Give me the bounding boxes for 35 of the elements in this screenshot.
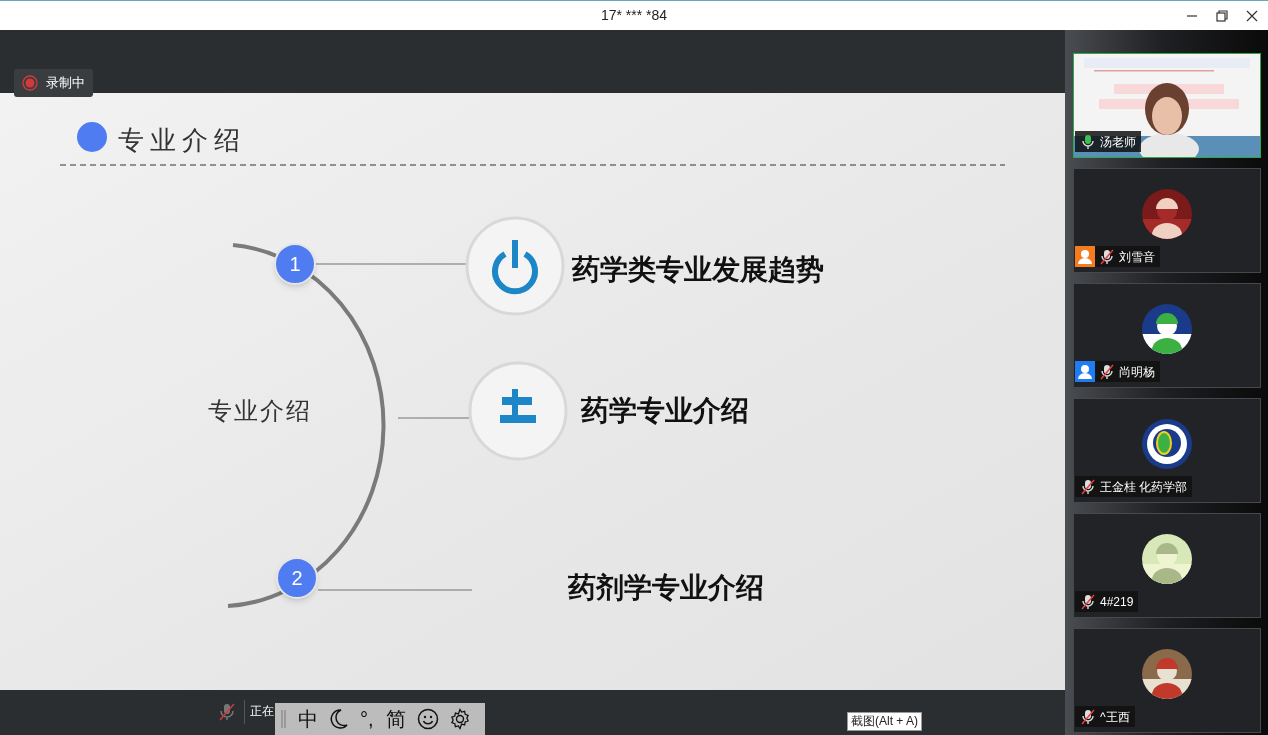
punctuation-button[interactable]: °, — [359, 709, 375, 729]
power-icon — [492, 240, 538, 295]
topic-heading: 药学专业介绍 — [581, 397, 749, 425]
participant-name: 汤老师 — [1100, 133, 1136, 151]
participant-name: ^王西 — [1100, 708, 1130, 726]
topic-heading: 药剂学专业介绍 — [568, 574, 764, 602]
smiley-icon[interactable] — [416, 708, 439, 730]
video-tile[interactable]: 王金桂 化药学部 — [1073, 398, 1261, 503]
mic-muted-icon[interactable] — [218, 702, 236, 722]
script-button[interactable]: 简 — [384, 709, 407, 729]
grip-icon[interactable] — [281, 710, 287, 728]
tooltip: 截图(Alt + A) — [847, 712, 922, 731]
restore-icon[interactable] — [1214, 7, 1230, 24]
center-label: 专业介绍 — [208, 399, 312, 423]
participant-name: 王金桂 化药学部 — [1100, 478, 1188, 496]
video-tile[interactable]: 尚明杨 — [1073, 283, 1261, 388]
recording-label: 录制中 — [46, 74, 85, 93]
step-number: 2 — [276, 557, 318, 599]
bullet-dot — [77, 122, 107, 152]
input-mode-button[interactable]: 中 — [297, 709, 319, 729]
video-tile[interactable]: ^王西 — [1073, 628, 1261, 733]
topic-heading: 药学类专业发展趋势 — [572, 256, 824, 284]
moon-icon[interactable] — [329, 708, 349, 730]
video-tile[interactable]: 汤老师 — [1073, 53, 1261, 158]
slide-title: 专业介绍 — [118, 127, 246, 153]
video-tile[interactable]: 刘雪音 — [1073, 168, 1261, 273]
video-tile[interactable]: 4#219 — [1073, 513, 1261, 618]
branch-icon — [500, 389, 536, 423]
status-text: 正在 — [250, 704, 274, 718]
participant-name: 4#219 — [1100, 593, 1134, 611]
participant-name: 尚明杨 — [1119, 363, 1155, 381]
window-title: 17* *** *84 — [599, 6, 669, 25]
participant-name: 刘雪音 — [1119, 248, 1155, 266]
step-number: 1 — [274, 243, 316, 285]
settings-icon[interactable] — [448, 708, 471, 730]
